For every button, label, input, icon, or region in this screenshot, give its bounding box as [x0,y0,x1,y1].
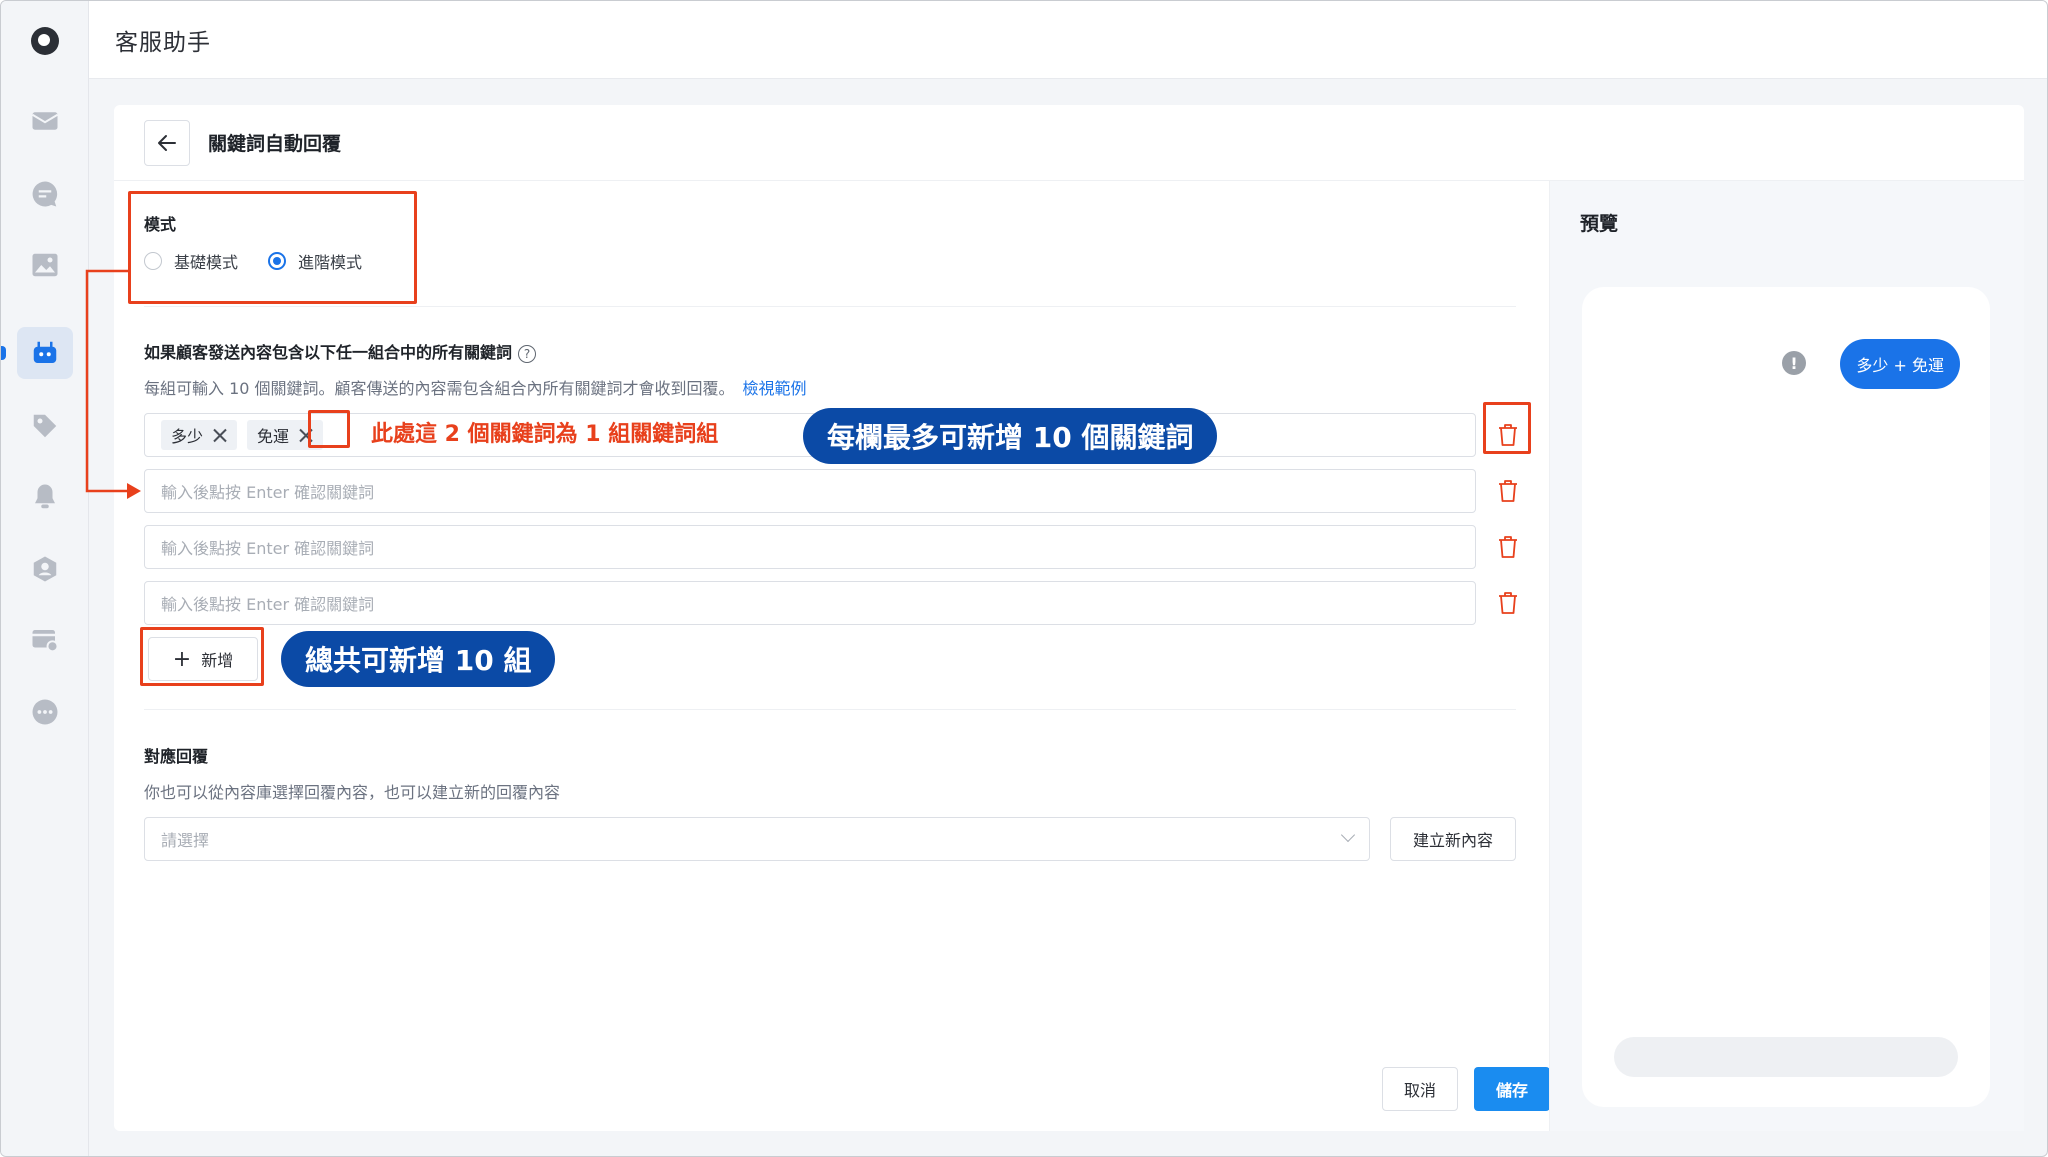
trash-icon [1499,480,1517,502]
rail-user-shield[interactable] [17,543,73,595]
rail-mail[interactable] [17,95,73,147]
divider [144,306,1516,307]
reply-select-placeholder: 請選擇 [161,831,210,850]
chat-icon [32,181,58,207]
annotation-total-note: 總共可新增 10 組 [281,631,556,687]
keyword-title-text: 如果顧客發送內容包含以下任一組合中的所有關鍵詞 [144,343,513,362]
reply-content-select[interactable]: 請選擇 [144,817,1370,861]
preview-title: 預覽 [1580,213,1619,235]
annotation-box-add [140,627,264,686]
close-icon[interactable] [213,428,227,442]
annotation-box-remove-tag [308,410,350,448]
rail-tag[interactable] [17,400,73,452]
app-window: 客服助手 關鍵詞自動回覆 模式 基礎模式 進階模式 如果顧客發送內容包含以下任一… [0,0,2048,1157]
chevron-down-icon [1340,827,1356,843]
page-title: 關鍵詞自動回覆 [208,133,342,155]
annotation-box-mode [128,191,417,304]
keyword-group-2[interactable]: 輸入後點按 Enter 確認關鍵詞 [144,469,1476,513]
mail-icon [31,112,59,130]
keyword-hint: 每組可輸入 10 個關鍵詞。顧客傳送的內容需包含組合內所有關鍵詞才會收到回覆。檢… [144,375,1516,399]
keyword-tag-label: 免運 [257,427,290,446]
bell-icon [35,484,55,509]
reply-title: 對應回覆 [144,747,209,766]
top-header: 客服助手 [89,1,2047,79]
app-title: 客服助手 [115,29,211,56]
rail-more[interactable] [17,686,73,738]
keyword-input-placeholder: 輸入後點按 Enter 確認關鍵詞 [161,483,375,502]
view-example-link[interactable]: 檢視範例 [743,379,807,398]
preview-message-bubble: 多少 + 免運 [1840,339,1960,389]
rail-image[interactable] [17,239,73,291]
user-shield-icon [33,556,57,582]
save-button[interactable]: 儲存 [1474,1067,1550,1111]
annotation-box-delete [1483,402,1531,454]
logo-icon[interactable] [31,27,59,55]
delete-group-3-button[interactable] [1492,531,1524,563]
preview-phone: ! 多少 + 免運 [1582,287,1990,1107]
cancel-button[interactable]: 取消 [1382,1067,1458,1111]
delete-group-4-button[interactable] [1492,587,1524,619]
card-settings-icon [32,630,59,653]
rail-chat[interactable] [17,168,73,220]
back-button[interactable] [144,119,190,166]
side-rail [1,1,89,1156]
tag-icon [33,414,57,438]
annotation-arrow [85,269,141,499]
trash-icon [1499,536,1517,558]
delete-group-2-button[interactable] [1492,475,1524,507]
reply-section: 對應回覆 你也可以從內容庫選擇回覆內容，也可以建立新的回覆內容 [144,743,560,803]
divider [144,709,1516,710]
preview-input-bar [1614,1037,1958,1077]
create-content-button[interactable]: 建立新內容 [1390,817,1516,861]
keyword-group-3[interactable]: 輸入後點按 Enter 確認關鍵詞 [144,525,1476,569]
reply-hint: 你也可以從內容庫選擇回覆內容，也可以建立新的回覆內容 [144,783,561,802]
annotation-per-row-note: 每欄最多可新增 10 個關鍵詞 [803,408,1218,464]
keyword-tag-label: 多少 [171,427,204,446]
keyword-title: 如果顧客發送內容包含以下任一組合中的所有關鍵詞? [144,339,1516,363]
preview-panel: 預覽 ! 多少 + 免運 [1549,181,2024,1131]
active-indicator [1,346,6,360]
bot-icon [33,341,57,363]
arrow-left-icon [158,134,176,151]
image-icon [32,253,58,277]
keyword-section: 如果顧客發送內容包含以下任一組合中的所有關鍵詞? 每組可輸入 10 個關鍵詞。顧… [144,339,1516,399]
keyword-tag: 多少 [161,420,238,450]
rail-bot[interactable] [17,327,73,379]
rail-bell[interactable] [17,471,73,523]
keyword-input-placeholder: 輸入後點按 Enter 確認關鍵詞 [161,595,375,614]
keyword-group-4[interactable]: 輸入後點按 Enter 確認關鍵詞 [144,581,1476,625]
trash-icon [1499,592,1517,614]
keyword-input-placeholder: 輸入後點按 Enter 確認關鍵詞 [161,539,375,558]
more-icon [32,699,58,725]
annotation-group-note: 此處這 2 個關鍵詞為 1 組關鍵詞組 [371,422,719,447]
keyword-hint-text: 每組可輸入 10 個關鍵詞。顧客傳送的內容需包含組合內所有關鍵詞才會收到回覆。 [144,379,735,398]
warning-icon: ! [1782,351,1806,375]
help-icon[interactable]: ? [518,344,537,363]
card-header: 關鍵詞自動回覆 [114,105,2024,181]
rail-card-settings[interactable] [17,614,73,666]
